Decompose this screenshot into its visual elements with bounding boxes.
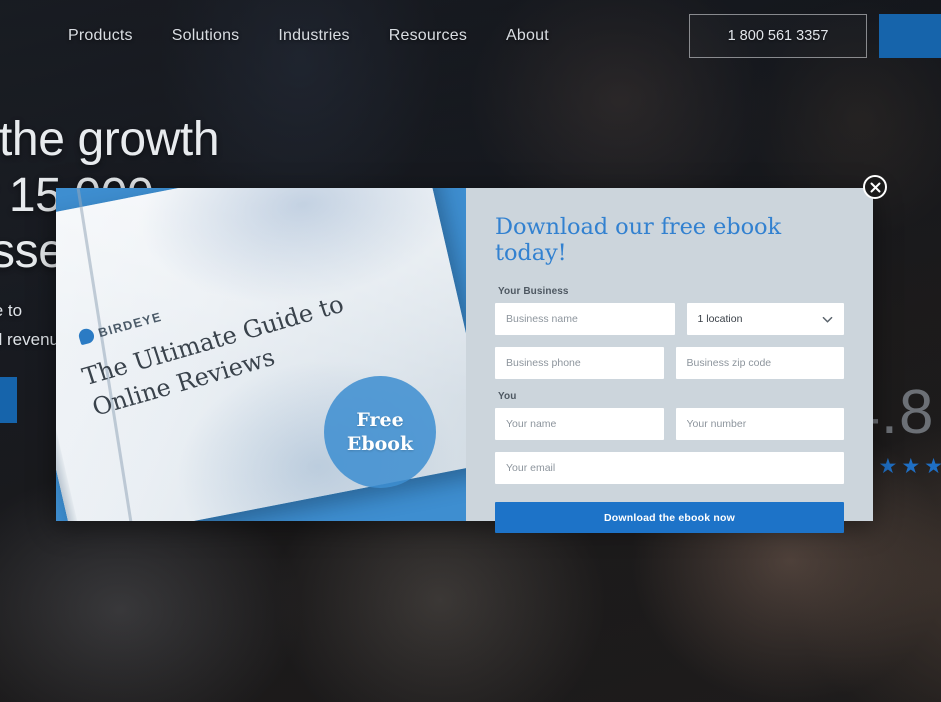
nav-item-about[interactable]: About <box>506 27 549 45</box>
ebook-modal: BIRDEYE The Ultimate Guide to Online Rev… <box>56 175 887 533</box>
nav-links: Products Solutions Industries Resources … <box>68 27 588 45</box>
locations-select-wrap <box>686 303 844 335</box>
modal-promo-panel: BIRDEYE The Ultimate Guide to Online Rev… <box>56 188 466 521</box>
close-icon[interactable] <box>863 175 887 199</box>
business-zip-input[interactable] <box>675 347 844 379</box>
form-row-business-1 <box>495 303 844 335</box>
locations-select[interactable] <box>686 303 844 335</box>
page-root: Products Solutions Industries Resources … <box>0 0 941 702</box>
form-row-business-2 <box>495 347 844 379</box>
nav-item-products[interactable]: Products <box>68 27 133 45</box>
free-ebook-badge-line1: Free <box>356 408 404 431</box>
group-label-business: Your Business <box>498 286 569 297</box>
nav-item-resources[interactable]: Resources <box>389 27 467 45</box>
form-row-you-1 <box>495 408 844 440</box>
modal-form-panel: Download our free ebook today! Your Busi… <box>466 188 873 533</box>
your-number-input[interactable] <box>675 408 844 440</box>
hero-cta-button[interactable] <box>0 377 17 424</box>
business-name-input[interactable] <box>495 303 675 335</box>
your-name-input[interactable] <box>495 408 664 440</box>
nav-item-solutions[interactable]: Solutions <box>172 27 240 45</box>
your-email-input[interactable] <box>495 452 844 484</box>
nav-item-industries[interactable]: Industries <box>278 27 349 45</box>
submit-button[interactable]: Download the ebook now <box>495 502 844 533</box>
group-label-you: You <box>498 391 517 402</box>
phone-number-button[interactable]: 1 800 561 3357 <box>689 14 867 58</box>
nav-cta-button[interactable] <box>879 14 941 58</box>
modal-title: Download our free ebook today! <box>495 214 782 266</box>
business-phone-input[interactable] <box>495 347 664 379</box>
hero-headline-line1: Power the growth <box>0 113 220 166</box>
free-ebook-badge: Free Ebook <box>324 376 436 488</box>
top-navbar: Products Solutions Industries Resources … <box>0 0 941 72</box>
nav-right-actions: 1 800 561 3357 <box>689 14 941 58</box>
free-ebook-badge-line2: Ebook <box>346 433 414 455</box>
